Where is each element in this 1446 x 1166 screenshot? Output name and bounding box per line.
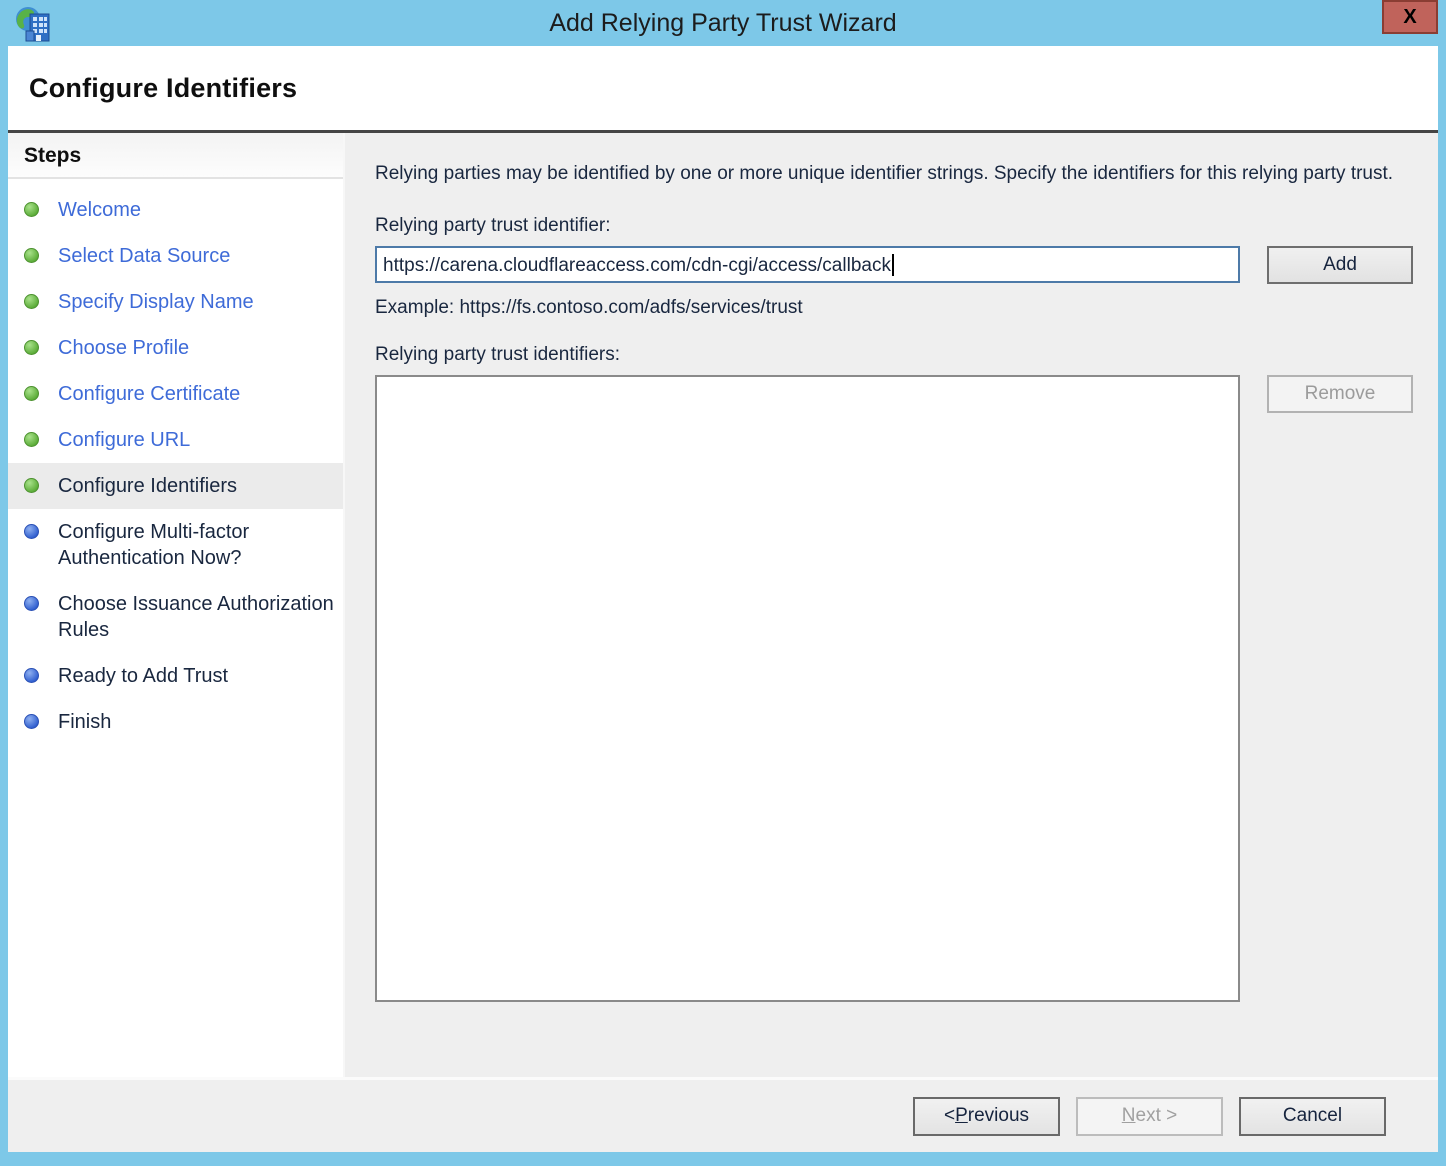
step-label: Welcome — [58, 197, 141, 223]
page-title: Configure Identifiers — [29, 73, 297, 104]
cancel-button[interactable]: Cancel — [1239, 1097, 1386, 1136]
identifier-input-label: Relying party trust identifier: — [375, 215, 1413, 237]
identifier-input[interactable]: https://carena.cloudflareaccess.com/cdn-… — [375, 246, 1240, 283]
step-done-bullet-icon — [24, 478, 39, 493]
step-label: Ready to Add Trust — [58, 663, 228, 689]
steps-list: Welcome Select Data Source Specify Display… — [8, 187, 343, 745]
step-done-bullet-icon — [24, 386, 39, 401]
step-label: Configure Certificate — [58, 381, 240, 407]
step-label: Select Data Source — [58, 243, 230, 269]
sidebar-step-ready-to-add-trust[interactable]: Ready to Add Trust — [8, 653, 343, 699]
step-done-bullet-icon — [24, 340, 39, 355]
step-pending-bullet-icon — [24, 714, 39, 729]
identifier-input-value: https://carena.cloudflareaccess.com/cdn-… — [383, 255, 891, 276]
page-description: Relying parties may be identified by one… — [375, 160, 1409, 187]
step-label: Configure Identifiers — [58, 473, 237, 499]
titlebar: Add Relying Party Trust Wizard X — [0, 0, 1446, 46]
sidebar-step-choose-profile[interactable]: Choose Profile — [8, 325, 343, 371]
previous-button[interactable]: < Previous — [913, 1097, 1060, 1136]
step-label: Configure URL — [58, 427, 190, 453]
main-panel: Relying parties may be identified by one… — [345, 133, 1438, 1077]
adfs-app-icon — [14, 5, 54, 43]
identifiers-listbox[interactable] — [375, 375, 1240, 1002]
wizard-body: Configure Identifiers Steps Welcome Selec… — [8, 46, 1438, 1152]
step-label: Choose Issuance Authorization Rules — [58, 591, 335, 643]
window-title: Add Relying Party Trust Wizard — [549, 9, 896, 38]
step-pending-bullet-icon — [24, 596, 39, 611]
identifiers-list-label: Relying party trust identifiers: — [375, 344, 1413, 366]
sidebar-step-configure-url[interactable]: Configure URL — [8, 417, 343, 463]
step-pending-bullet-icon — [24, 668, 39, 683]
sidebar-step-configure-multi-factor-authentication-now[interactable]: Configure Multi-factor Authentication No… — [8, 509, 343, 581]
example-text: Example: https://fs.contoso.com/adfs/ser… — [375, 297, 1413, 319]
step-done-bullet-icon — [24, 202, 39, 217]
step-done-bullet-icon — [24, 294, 39, 309]
footer-button-bar: < Previous Next > Cancel — [8, 1080, 1438, 1152]
wizard-window: Add Relying Party Trust Wizard X Configu… — [0, 0, 1446, 1166]
step-label: Choose Profile — [58, 335, 189, 361]
text-caret — [892, 254, 894, 276]
steps-sidebar: Steps Welcome Select Data Source Specify D… — [8, 133, 343, 1077]
sidebar-step-select-data-source[interactable]: Select Data Source — [8, 233, 343, 279]
step-label: Specify Display Name — [58, 289, 254, 315]
remove-button[interactable]: Remove — [1267, 375, 1413, 413]
sidebar-step-configure-identifiers[interactable]: Configure Identifiers — [8, 463, 343, 509]
page-header: Configure Identifiers — [8, 46, 1438, 130]
step-label: Finish — [58, 709, 111, 735]
steps-heading: Steps — [8, 133, 343, 179]
sidebar-step-welcome[interactable]: Welcome — [8, 187, 343, 233]
step-done-bullet-icon — [24, 248, 39, 263]
step-pending-bullet-icon — [24, 524, 39, 539]
add-button[interactable]: Add — [1267, 246, 1413, 284]
next-button[interactable]: Next > — [1076, 1097, 1223, 1136]
sidebar-step-choose-issuance-authorization-rules[interactable]: Choose Issuance Authorization Rules — [8, 581, 343, 653]
step-done-bullet-icon — [24, 432, 39, 447]
sidebar-step-specify-display-name[interactable]: Specify Display Name — [8, 279, 343, 325]
close-button[interactable]: X — [1382, 0, 1438, 34]
sidebar-step-configure-certificate[interactable]: Configure Certificate — [8, 371, 343, 417]
step-label: Configure Multi-factor Authentication No… — [58, 519, 335, 571]
sidebar-step-finish[interactable]: Finish — [8, 699, 343, 745]
